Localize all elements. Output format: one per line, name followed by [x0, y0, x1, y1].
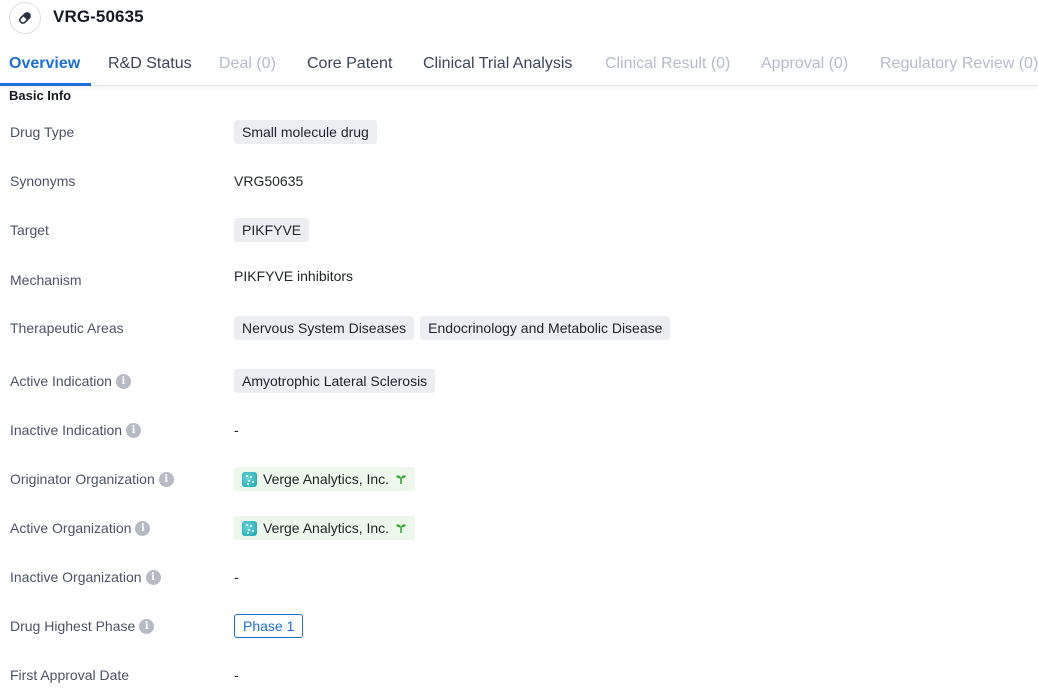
field-label-wrap: Originator Organization i	[10, 471, 174, 487]
field-label: Originator Organization	[10, 471, 155, 487]
active-tab-indicator	[0, 83, 91, 86]
organization-name: Verge Analytics, Inc.	[263, 520, 390, 536]
organization-tag[interactable]: Verge Analytics, Inc.	[234, 467, 416, 491]
field-label: Inactive Organization	[10, 569, 142, 585]
page-header: VRG-50635	[0, 0, 1038, 38]
drug-type-tag[interactable]: Small molecule drug	[234, 120, 377, 144]
field-drug-type: Drug Type Small molecule drug	[0, 120, 1038, 144]
sprout-icon	[396, 524, 407, 533]
mechanism-value: PIKFYVE inhibitors	[234, 268, 354, 284]
field-inactive-indication: Inactive Indication i -	[0, 418, 1038, 442]
field-label: Synonyms	[10, 173, 76, 189]
field-label: Drug Highest Phase	[10, 618, 136, 634]
field-mechanism: Mechanism PIKFYVE inhibitors	[0, 264, 1038, 288]
field-label: Inactive Indication	[10, 422, 123, 438]
field-therapeutic-areas: Therapeutic Areas Nervous System Disease…	[0, 316, 1038, 340]
tab-deal: Deal (0)	[219, 55, 276, 72]
tab-overview[interactable]: Overview	[9, 55, 80, 73]
field-label: Mechanism	[10, 272, 82, 288]
field-label: Active Indication	[10, 373, 112, 389]
organization-name: Verge Analytics, Inc.	[263, 471, 390, 487]
indication-tag[interactable]: Amyotrophic Lateral Sclerosis	[234, 369, 436, 393]
tab-bar: Overview R&D Status Deal (0) Core Patent…	[0, 46, 1038, 86]
organization-tag[interactable]: Verge Analytics, Inc.	[234, 516, 416, 540]
tab-approval: Approval (0)	[761, 55, 849, 72]
field-label: Target	[10, 222, 49, 238]
tab-clinical-result: Clinical Result (0)	[605, 55, 731, 72]
info-icon[interactable]: i	[135, 520, 151, 536]
field-label-wrap: Active Indication i	[10, 373, 131, 389]
inactive-indication-value: -	[234, 422, 239, 438]
field-active-indication: Active Indication i Amyotrophic Lateral …	[0, 369, 1038, 393]
therapeutic-area-tag[interactable]: Endocrinology and Metabolic Disease	[420, 316, 671, 340]
field-target: Target PIKFYVE	[0, 218, 1038, 242]
info-icon[interactable]: i	[145, 569, 161, 585]
info-icon[interactable]: i	[158, 471, 174, 487]
inactive-organization-value: -	[234, 569, 239, 585]
field-originator-organization: Originator Organization i Verge Analytic…	[0, 467, 1038, 491]
organization-logo-icon	[242, 520, 257, 536]
field-label: Active Organization	[10, 520, 132, 536]
field-active-organization: Active Organization i Verge Analytics, I…	[0, 516, 1038, 540]
field-synonyms: Synonyms VRG50635	[0, 169, 1038, 193]
field-label-wrap: Active Organization i	[10, 520, 151, 536]
target-tag[interactable]: PIKFYVE	[234, 218, 310, 242]
drug-title: VRG-50635	[53, 7, 144, 26]
synonyms-value: VRG50635	[234, 173, 304, 189]
field-label: First Approval Date	[10, 667, 130, 683]
field-label: Drug Type	[10, 124, 75, 140]
organization-logo-icon	[242, 471, 257, 487]
field-label-wrap: Inactive Indication i	[10, 422, 142, 438]
info-icon[interactable]: i	[139, 618, 155, 634]
first-approval-date-value: -	[234, 667, 239, 683]
sprout-icon	[396, 475, 407, 484]
info-icon[interactable]: i	[126, 422, 142, 438]
field-inactive-organization: Inactive Organization i -	[0, 565, 1038, 589]
tab-clinical-trial-analysis[interactable]: Clinical Trial Analysis	[423, 55, 572, 73]
section-title-basic-info: Basic Info	[9, 88, 72, 103]
therapeutic-area-tag[interactable]: Nervous System Diseases	[234, 316, 415, 340]
field-label-wrap: Drug Highest Phase i	[10, 618, 155, 634]
tab-regulatory-review: Regulatory Review (0)	[880, 55, 1038, 72]
field-drug-highest-phase: Drug Highest Phase i Phase 1	[0, 614, 1038, 638]
field-first-approval-date: First Approval Date -	[0, 663, 1038, 687]
phase-badge[interactable]: Phase 1	[234, 614, 304, 638]
field-label-wrap: Inactive Organization i	[10, 569, 161, 585]
tab-core-patent[interactable]: Core Patent	[307, 55, 392, 73]
tab-rd-status[interactable]: R&D Status	[108, 55, 192, 73]
pill-icon	[9, 2, 41, 34]
info-icon[interactable]: i	[115, 373, 131, 389]
field-label: Therapeutic Areas	[10, 320, 124, 336]
